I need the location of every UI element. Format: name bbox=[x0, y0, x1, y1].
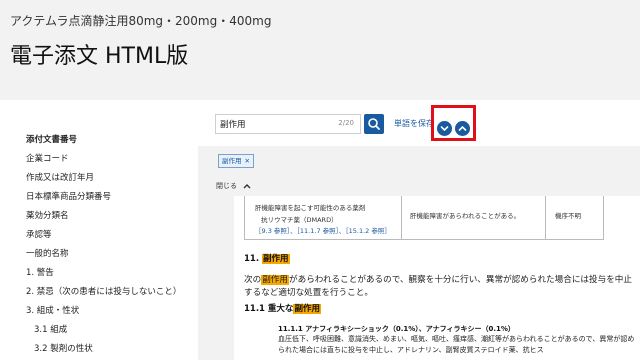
para-text: があらわれることがあるので、観察を十分に行い、異常が認められた場合には投与を中止… bbox=[244, 275, 632, 298]
table-drug-line1: 肝機能障害を起こす可能性のある薬剤 bbox=[255, 204, 366, 212]
sidebar-item-warning[interactable]: 1. 警告 bbox=[26, 266, 54, 278]
page-header: アクテムラ点滴静注用80mg・200mg・400mg 電子添文 HTML版 bbox=[0, 0, 640, 100]
sidebar-item-formulation[interactable]: 3.2 製剤の性状 bbox=[34, 342, 93, 354]
highlight-annotation-box bbox=[431, 105, 476, 141]
search-input[interactable] bbox=[220, 117, 330, 131]
search-field[interactable]: 2/20 bbox=[215, 114, 361, 134]
table-cell-symptom: 肝機能障害があらわれることがある。 bbox=[410, 196, 540, 240]
table-symptom-text: 肝機能障害があらわれることがある。 bbox=[410, 212, 521, 220]
sidebar-item-standard-classification[interactable]: 日本標準商品分類番号 bbox=[26, 190, 111, 202]
drug-name: アクテムラ点滴静注用80mg・200mg・400mg bbox=[10, 14, 272, 28]
sidebar-item-company-code[interactable]: 企業コード bbox=[26, 152, 69, 164]
sidebar-toc: 添付文書番号 企業コード 作成又は改訂年月 日本標準商品分類番号 薬効分類名 承… bbox=[0, 100, 198, 360]
sidebar-item-efficacy-class[interactable]: 薬効分類名 bbox=[26, 209, 69, 221]
page-title: 電子添文 HTML版 bbox=[10, 44, 189, 69]
section-11-1-prefix: 11.1 重大な bbox=[244, 304, 294, 314]
chip-label: 副作用 bbox=[222, 157, 242, 165]
table-cell-mechanism: 機序不明 bbox=[555, 196, 605, 240]
next-result-button[interactable] bbox=[437, 121, 452, 136]
close-icon[interactable]: ✕ bbox=[245, 157, 250, 165]
document-body: 肝機能障害を起こす可能性のある薬剤 抗リウマチ薬（DMARD） ［9.3 参照］… bbox=[234, 196, 640, 360]
save-word-link[interactable]: 単語を保存 bbox=[394, 118, 434, 129]
table-ref-links[interactable]: ［9.3 参照］、［11.1.7 参照］、［15.1.2 参照］ bbox=[255, 225, 391, 235]
table-divider bbox=[401, 196, 402, 240]
collapse-toggle[interactable]: 閉じる bbox=[216, 181, 252, 191]
sidebar-item-composition[interactable]: 3. 組成・性状 bbox=[26, 304, 79, 316]
section-11-paragraph: 次の副作用があらわれることがあるので、観察を十分に行い、異常が認められた場合には… bbox=[244, 274, 636, 300]
content-area: 副作用 ✕ 閉じる 肝機能障害を起こす可能性のある薬剤 抗リウマチ薬（DMARD）… bbox=[198, 146, 640, 360]
section-11-1-heading: 11.1 重大な副作用 bbox=[244, 302, 321, 314]
search-result-count: 2/20 bbox=[338, 119, 354, 127]
section-11-1-1-title: 11.1.1 アナフィラキシーショック（0.1%）、アナフィラキシー（0.1%） bbox=[278, 325, 515, 333]
chevron-down-icon bbox=[440, 126, 449, 131]
collapse-label: 閉じる bbox=[216, 182, 237, 190]
search-icon bbox=[368, 118, 380, 130]
sidebar-item-document-number[interactable]: 添付文書番号 bbox=[26, 133, 77, 145]
section-11-heading: 11. 副作用 bbox=[244, 252, 290, 264]
table-mechanism-text: 機序不明 bbox=[555, 212, 581, 220]
search-toolbar: 2/20 単語を保存 bbox=[198, 100, 640, 146]
chevron-up-icon bbox=[243, 184, 251, 189]
search-highlight: 副作用 bbox=[262, 254, 290, 264]
search-button[interactable] bbox=[364, 114, 384, 134]
section-11-number: 11. bbox=[244, 254, 260, 264]
chevron-up-icon bbox=[458, 126, 467, 131]
para-prefix: 次の bbox=[244, 275, 262, 285]
sidebar-item-contraindications[interactable]: 2. 禁忌（次の患者には投与しないこと） bbox=[26, 285, 181, 297]
sidebar-item-generic-name[interactable]: 一般的名称 bbox=[26, 247, 69, 259]
sidebar-item-composition-detail[interactable]: 3.1 組成 bbox=[34, 323, 67, 335]
interaction-table: 肝機能障害を起こす可能性のある薬剤 抗リウマチ薬（DMARD） ［9.3 参照］… bbox=[244, 196, 604, 240]
sidebar-item-approval[interactable]: 承認等 bbox=[26, 228, 52, 240]
search-highlight: 副作用 bbox=[261, 275, 289, 285]
table-divider bbox=[545, 196, 546, 240]
sidebar-item-revision-date[interactable]: 作成又は改訂年月 bbox=[26, 171, 94, 183]
search-highlight: 副作用 bbox=[293, 304, 321, 314]
section-11-1-1-body: 血圧低下、呼吸困難、意識消失、めまい、嘔気、嘔吐、瘙痒感、潮紅等があらわれること… bbox=[278, 335, 635, 354]
table-drug-line2: 抗リウマチ薬（DMARD） bbox=[261, 216, 338, 224]
table-cell-drug: 肝機能障害を起こす可能性のある薬剤 抗リウマチ薬（DMARD） ［9.3 参照］… bbox=[255, 196, 395, 240]
previous-result-button[interactable] bbox=[455, 121, 470, 136]
search-term-chip[interactable]: 副作用 ✕ bbox=[218, 154, 254, 168]
